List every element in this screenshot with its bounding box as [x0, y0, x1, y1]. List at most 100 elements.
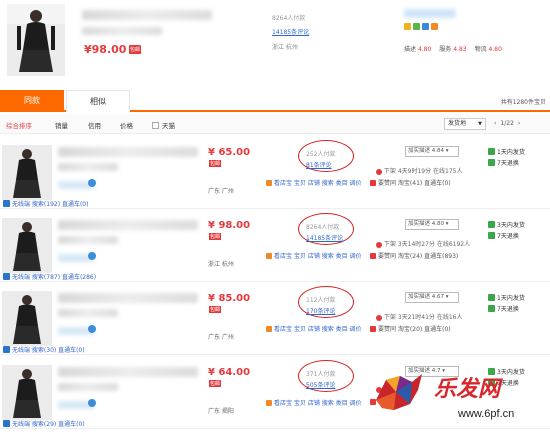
- item-location: 广东 广州: [208, 334, 234, 341]
- favorite-icon: [370, 252, 376, 259]
- service-return: 7天退换: [488, 158, 519, 167]
- listing-timer: 下架 3天14时27分 在线6192人: [376, 239, 470, 248]
- item-image[interactable]: [2, 145, 52, 200]
- service-return-text: 7天退换: [497, 160, 519, 167]
- chevron-down-icon: ▼: [478, 121, 482, 127]
- wangwang-icon[interactable]: [88, 325, 96, 333]
- item-title-blurred: [58, 367, 198, 377]
- mobile-icon: [3, 273, 10, 280]
- tabs-bar: 同款 相似: [0, 90, 550, 112]
- check-icon: [488, 305, 495, 312]
- favorites-text[interactable]: 要赞同 淘宝(24) 直通车(893): [378, 251, 458, 260]
- description-score-select[interactable]: 加实描述 4.67 ▾: [405, 292, 459, 303]
- mobile-stats: 无线端 搜索(30) 直通车(0): [3, 345, 85, 354]
- favorites-text[interactable]: 要赞同 淘宝(20) 直通车(0): [378, 324, 451, 333]
- mobile-stats-text[interactable]: 无线端 搜索(30) 直通车(0): [12, 345, 85, 354]
- wangwang-icon[interactable]: [88, 399, 96, 407]
- product-location: 浙江 杭州: [272, 44, 298, 51]
- favorites-text[interactable]: 要赞同 淘宝(41) 直通车(0): [378, 178, 451, 187]
- item-price: ¥ 98.00: [208, 220, 251, 231]
- alarm-icon: [376, 314, 382, 321]
- sort-sales[interactable]: 销量: [55, 120, 68, 130]
- service-ship-text: 3天内发货: [497, 222, 525, 229]
- shop-scores: 描述 4.80 服务 4.83 物流 4.80: [404, 44, 502, 53]
- tmall-filter[interactable]: 天猫: [152, 120, 175, 130]
- watermark: 乐发网 www.6pf.cn: [372, 366, 550, 439]
- shop-tool-icon: [266, 325, 272, 332]
- sort-credit[interactable]: 信用: [88, 120, 101, 130]
- item-sales: 252人付款: [306, 151, 336, 158]
- item-reviews-link[interactable]: 14185条评论: [306, 233, 343, 242]
- item-title-blurred: [58, 293, 198, 303]
- item-image[interactable]: [2, 218, 52, 273]
- tab-similar[interactable]: 相似: [66, 90, 130, 112]
- item-image[interactable]: [2, 365, 52, 420]
- favorite-icon: [370, 179, 376, 186]
- tool-links[interactable]: 看店宝 宝贝 店铺 搜索 类目 调价: [266, 178, 362, 187]
- wangwang-icon[interactable]: [88, 252, 96, 260]
- service-return-text: 7天退换: [497, 306, 519, 313]
- bull-logo-icon: [376, 374, 422, 410]
- tmall-label: 天猫: [162, 122, 175, 130]
- pager-next-button[interactable]: ›: [518, 120, 520, 127]
- mobile-stats-text[interactable]: 无线端 搜索(29) 直通车(0): [12, 419, 85, 428]
- tool-links-text[interactable]: 看店宝 宝贝 店铺 搜索 类目 调价: [274, 251, 362, 260]
- mobile-icon: [3, 200, 10, 207]
- check-icon: [488, 148, 495, 155]
- item-title-blurred: [58, 220, 198, 230]
- score-description: 描述 4.80: [404, 46, 432, 53]
- alarm-icon: [376, 168, 382, 175]
- favorite-icon: [370, 325, 376, 332]
- sort-price[interactable]: 价格: [120, 120, 133, 130]
- product-reviews-link[interactable]: 14185条评论: [272, 27, 309, 36]
- item-sales: 112人付款: [306, 297, 336, 304]
- pager-prev-button[interactable]: ‹: [494, 120, 496, 127]
- free-shipping-badge: 包邮: [209, 233, 222, 240]
- item-price: ¥ 85.00: [208, 293, 251, 304]
- favorites-stats: 要赞同 淘宝(24) 直通车(893): [370, 251, 458, 260]
- item-reviews-link[interactable]: 170条评论: [306, 306, 335, 315]
- item-subtitle-blurred: [58, 163, 118, 171]
- product-subtitle-blurred: [82, 27, 162, 35]
- shop-wangwang-icon: [431, 23, 438, 30]
- tool-links[interactable]: 看店宝 宝贝 店铺 搜索 类目 调价: [266, 324, 362, 333]
- shop-icons: [404, 23, 438, 30]
- description-score-select[interactable]: 加实描述 4.84 ▾: [405, 146, 459, 157]
- score-logistics: 物流 4.80: [474, 46, 502, 53]
- check-icon: [488, 159, 495, 166]
- tool-links[interactable]: 看店宝 宝贝 店铺 搜索 类目 调价: [266, 251, 362, 260]
- tmall-checkbox[interactable]: [152, 121, 159, 129]
- listing-timer: 下架 3天21时41分 在线16人: [376, 312, 462, 321]
- product-title-blurred: [82, 10, 212, 20]
- tool-links-text[interactable]: 看店宝 宝贝 店铺 搜索 类目 调价: [274, 324, 362, 333]
- item-location: 广东 广州: [208, 188, 234, 195]
- wangwang-icon[interactable]: [88, 179, 96, 187]
- source-product-image[interactable]: [7, 4, 65, 76]
- item-image[interactable]: [2, 291, 52, 346]
- tool-links-text[interactable]: 看店宝 宝贝 店铺 搜索 类目 调价: [274, 178, 362, 187]
- product-price: ¥98.00: [84, 43, 127, 56]
- item-reviews-link[interactable]: 81条评论: [306, 160, 332, 169]
- source-product-card: ¥98.00 包邮 8264人付款 14185条评论 浙江 杭州 描述 4.80…: [0, 0, 550, 82]
- service-return-text: 7天退换: [497, 233, 519, 240]
- item-reviews-link[interactable]: 505条评论: [306, 380, 335, 389]
- item-price: ¥ 65.00: [208, 147, 251, 158]
- sort-default[interactable]: 综合排序: [6, 120, 32, 130]
- ship-from-select[interactable]: 发货地 ▼: [444, 118, 486, 130]
- tool-links[interactable]: 看店宝 宝贝 店铺 搜索 类目 调价: [266, 398, 362, 407]
- service-ship-text: 1天内发货: [497, 295, 525, 302]
- free-shipping-badge: 包邮: [209, 160, 222, 167]
- tab-same-style[interactable]: 同款: [0, 90, 64, 112]
- check-icon: [488, 221, 495, 228]
- shop-cert-icon: [413, 23, 420, 30]
- shop-name-blurred[interactable]: [404, 9, 456, 18]
- listing-timer: 下架 4天9时19分 在线175人: [376, 166, 462, 175]
- mobile-stats-text[interactable]: 无线端 搜索(192) 直通车(0): [12, 199, 88, 208]
- tool-links-text[interactable]: 看店宝 宝贝 店铺 搜索 类目 调价: [274, 398, 362, 407]
- score-service: 服务 4.83: [439, 46, 467, 53]
- description-score-select[interactable]: 加实描述 4.80 ▾: [405, 219, 459, 230]
- item-location: 浙江 杭州: [208, 261, 234, 268]
- shop-tool-icon: [266, 399, 272, 406]
- mobile-stats-text[interactable]: 无线端 搜索(787) 直通车(286): [12, 272, 96, 281]
- item-title-blurred: [58, 147, 198, 157]
